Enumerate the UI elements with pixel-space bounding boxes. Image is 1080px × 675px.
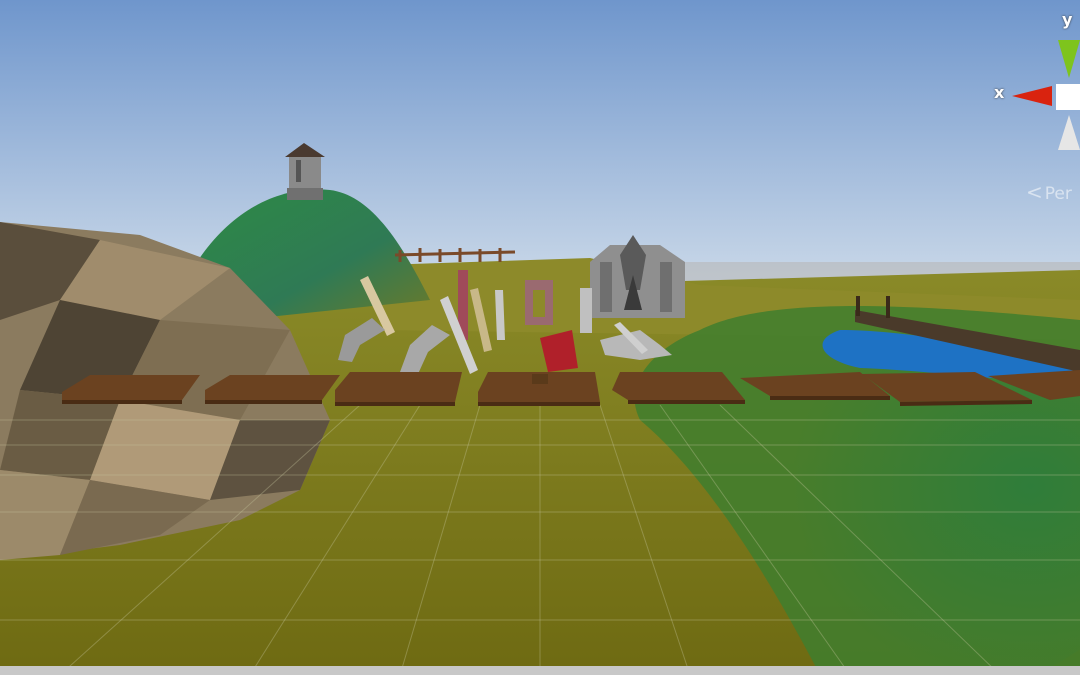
projection-label: Per	[1044, 184, 1072, 204]
gizmo-x-label: x	[994, 83, 1005, 102]
bottom-strip	[0, 666, 1080, 675]
scene-render	[0, 0, 1080, 675]
scene-view[interactable]: x y < Per	[0, 0, 1080, 675]
chevron-left-icon: <	[1026, 180, 1043, 204]
projection-toggle[interactable]: < Per	[1026, 180, 1072, 204]
gizmo-center-cube[interactable]	[1056, 84, 1080, 110]
gizmo-y-label: y	[1062, 10, 1073, 29]
